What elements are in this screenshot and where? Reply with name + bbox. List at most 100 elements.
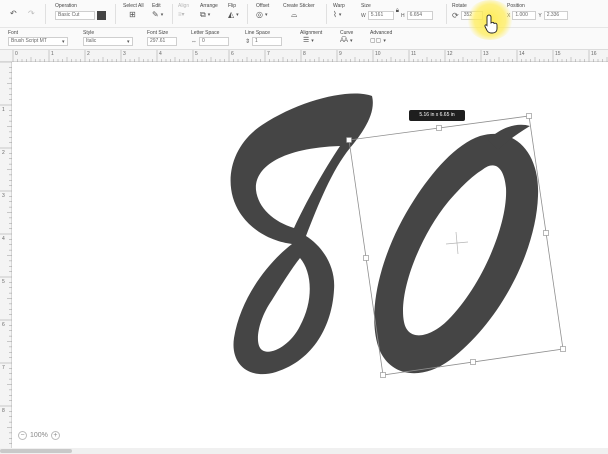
operation-select[interactable]: Basic Cut xyxy=(55,11,95,20)
redo-icon[interactable]: ↷ xyxy=(28,10,35,18)
letter-space-icon: ⇔ xyxy=(191,38,197,45)
align-label: Align xyxy=(178,3,190,9)
rotate-icon[interactable]: ⟳ xyxy=(452,11,459,20)
resize-handle-right[interactable] xyxy=(543,230,549,236)
warp-icon[interactable]: ⌇ xyxy=(333,11,337,19)
flip-icon[interactable]: ◭ xyxy=(228,11,234,19)
resize-handle-bottom[interactable] xyxy=(470,359,476,365)
style-group: Style Italic ▾ xyxy=(83,30,133,46)
ruler-number: 6 xyxy=(231,51,234,57)
style-select[interactable]: Italic xyxy=(83,37,133,46)
advanced-icon[interactable]: ▢▢ xyxy=(370,37,381,45)
lock-icon[interactable]: 🔒︎ xyxy=(396,7,399,15)
font-size-label: Font Size xyxy=(147,30,169,36)
select-all-icon[interactable]: ⊞ xyxy=(129,11,136,19)
hand-pointer-icon xyxy=(484,14,498,34)
y-prefix: Y xyxy=(538,12,542,19)
ruler-number: 3 xyxy=(123,51,126,57)
resize-handle-left[interactable] xyxy=(363,255,369,261)
letter-space-input[interactable]: 0 xyxy=(199,37,229,46)
zoom-in-button[interactable]: + xyxy=(50,431,60,440)
width-input[interactable]: 5.161 xyxy=(367,11,394,20)
create-sticker-group[interactable]: Create Sticker ⌓ xyxy=(283,3,315,19)
divider xyxy=(115,4,116,24)
advanced-group[interactable]: Advanced ▢▢ ▾ xyxy=(370,30,392,45)
align-group[interactable]: Align ≡▾ xyxy=(178,3,189,19)
ruler-number: 7 xyxy=(267,51,270,57)
arrange-group[interactable]: Arrange ⧉ ▾ xyxy=(200,3,218,19)
divider xyxy=(446,4,447,24)
ruler-number: 5 xyxy=(2,279,5,285)
x-position-input[interactable]: 1.000 xyxy=(512,11,537,20)
ruler-number: 8 xyxy=(2,408,5,414)
digit-0-shape[interactable] xyxy=(374,133,539,374)
align-icon[interactable]: ≡▾ xyxy=(178,11,185,19)
font-size-group: Font Size 297.61 xyxy=(147,30,177,46)
divider xyxy=(247,4,248,24)
flip-label: Flip xyxy=(228,3,237,9)
curve-group[interactable]: Curve A͡A ▾ xyxy=(340,30,353,45)
resize-handle-top-right[interactable] xyxy=(526,113,532,119)
dimension-tooltip: 5.16 in x 6.65 in xyxy=(409,110,465,121)
scrollbar-thumb[interactable] xyxy=(0,449,72,453)
line-space-input[interactable]: 1 xyxy=(252,37,283,46)
font-select[interactable]: Brush Script MT xyxy=(8,37,68,46)
offset-group[interactable]: Offset ◎ ▾ xyxy=(256,3,269,19)
ruler-number: 9 xyxy=(339,51,342,57)
ruler-number: 1 xyxy=(2,107,5,113)
resize-handle-top[interactable] xyxy=(436,125,442,131)
size-group: Size W 5.161 🔒︎ H 6.654 xyxy=(361,3,433,20)
arrange-label: Arrange xyxy=(200,3,218,9)
font-size-input[interactable]: 297.61 xyxy=(147,37,177,46)
text-object-80[interactable] xyxy=(13,63,608,454)
pencil-icon[interactable]: ✎ xyxy=(152,11,159,19)
horizontal-ruler: 0 1 2 3 4 5 6 7 8 9 10 11 12 13 14 15 16 xyxy=(0,50,608,62)
curve-icon[interactable]: A͡A xyxy=(340,37,348,45)
vertical-ruler-ticks xyxy=(0,62,12,444)
ruler-number: 2 xyxy=(87,51,90,57)
digit-8-shape[interactable] xyxy=(230,93,373,375)
resize-handle-bottom-right[interactable] xyxy=(560,346,566,352)
position-group: Position X 1.000 Y 2.336 xyxy=(507,3,568,20)
height-prefix: H xyxy=(400,12,405,19)
design-canvas[interactable] xyxy=(13,63,608,454)
warp-label: Warp xyxy=(333,3,345,9)
ruler-number: 1 xyxy=(51,51,54,57)
zoom-out-button[interactable]: − xyxy=(18,431,27,440)
alignment-group[interactable]: Alignment ☰ ▾ xyxy=(300,30,322,45)
ruler-number: 11 xyxy=(411,51,417,57)
divider xyxy=(326,4,327,24)
zoom-level: 100% xyxy=(30,432,48,439)
ruler-number: 14 xyxy=(519,51,525,57)
ruler-number: 16 xyxy=(591,51,597,57)
y-position-input[interactable]: 2.336 xyxy=(543,11,568,20)
undo-icon[interactable]: ↶ xyxy=(10,10,17,18)
alignment-label: Alignment xyxy=(300,30,323,36)
divider xyxy=(45,4,46,24)
ruler-number: 4 xyxy=(159,51,162,57)
sticker-icon[interactable]: ⌓ xyxy=(291,11,297,19)
resize-handle-bottom-left[interactable] xyxy=(380,372,386,378)
ruler-number: 7 xyxy=(2,365,5,371)
warp-group[interactable]: Warp ⌇ ▾ xyxy=(333,3,345,19)
horizontal-scrollbar[interactable] xyxy=(0,448,608,454)
height-input[interactable]: 6.654 xyxy=(406,11,433,20)
ruler-number: 8 xyxy=(303,51,306,57)
flip-group[interactable]: Flip ◭ ▾ xyxy=(228,3,239,19)
text-toolbar: Font Brush Script MT ▾ Style Italic ▾ Font… xyxy=(0,28,608,50)
offset-icon[interactable]: ◎ xyxy=(256,11,263,19)
advanced-label: Advanced xyxy=(370,30,393,36)
text-align-icon[interactable]: ☰ xyxy=(303,37,309,45)
edit-group[interactable]: Edit ✎ ▾ xyxy=(152,3,163,19)
line-space-icon: ⇕ xyxy=(245,38,251,45)
operation-color-swatch[interactable] xyxy=(97,11,106,20)
ruler-number: 15 xyxy=(555,51,561,57)
select-all-group[interactable]: Select All ⊞ xyxy=(123,3,144,19)
resize-handle-top-left[interactable] xyxy=(346,137,352,143)
operation-group: Operation Basic Cut xyxy=(55,3,106,20)
line-space-label: Line Space xyxy=(245,30,271,36)
font-label: Font xyxy=(8,30,19,36)
ruler-number: 4 xyxy=(2,236,5,242)
main-toolbar: ↶ ↷ Operation Basic Cut Select All ⊞ Edi… xyxy=(0,0,608,28)
arrange-icon[interactable]: ⧉ xyxy=(200,11,206,19)
